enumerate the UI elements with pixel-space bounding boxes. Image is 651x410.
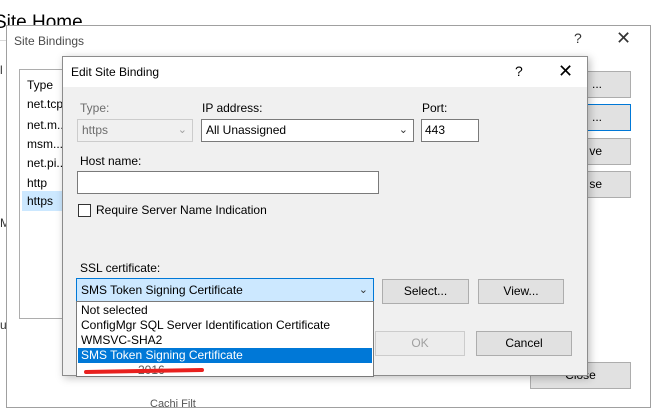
ssl-certificate-dropdown[interactable]: Not selected ConfigMgr SQL Server Identi… [76, 301, 374, 377]
port-field[interactable]: 443 [421, 119, 479, 142]
column-header-type[interactable]: Type [27, 78, 53, 92]
dropdown-option-highlighted[interactable]: SMS Token Signing Certificate [78, 348, 372, 363]
list-item[interactable]: net.tcp [27, 97, 63, 111]
host-name-label: Host name: [80, 154, 142, 168]
close-icon[interactable]: ✕ [558, 61, 573, 82]
chevron-down-icon: ⌄ [398, 124, 408, 136]
site-bindings-title: Site Bindings [14, 34, 85, 48]
ip-address-select[interactable]: All Unassigned ⌄ [201, 119, 414, 142]
ip-address-value: All Unassigned [206, 123, 287, 137]
cancel-button[interactable]: Cancel [476, 331, 572, 356]
sni-checkbox[interactable] [78, 204, 91, 217]
background-fragment: l [0, 63, 3, 77]
help-icon[interactable]: ? [515, 63, 523, 79]
type-select: https ⌄ [77, 119, 193, 142]
chevron-down-icon: ⌄ [177, 124, 187, 136]
port-label: Port: [422, 101, 448, 115]
ssl-certificate-select[interactable]: SMS Token Signing Certificate ⌄ [76, 278, 374, 302]
type-value: https [82, 123, 109, 137]
view-certificate-button[interactable]: View... [478, 279, 564, 304]
list-item[interactable]: msm... [27, 137, 63, 151]
close-icon[interactable]: ✕ [616, 28, 631, 49]
ip-address-label: IP address: [202, 101, 263, 115]
host-name-field[interactable] [77, 171, 379, 194]
dropdown-option[interactable]: WMSVC-SHA2 [78, 333, 372, 348]
list-item[interactable]: net.m... [27, 118, 67, 132]
sni-label: Require Server Name Indication [96, 203, 267, 217]
dropdown-option[interactable]: ConfigMgr SQL Server Identification Cert… [78, 318, 372, 333]
help-icon[interactable]: ? [574, 30, 582, 46]
select-certificate-button[interactable]: Select... [382, 279, 469, 304]
type-label: Type: [80, 101, 110, 115]
list-item[interactable]: net.pi... [27, 156, 66, 170]
background-bottom-text: Cachi Filt [150, 398, 196, 410]
dropdown-option-redacted[interactable]: 2016 [78, 363, 372, 376]
dialog-title: Edit Site Binding [71, 65, 160, 79]
ssl-certificate-value: SMS Token Signing Certificate [81, 283, 243, 297]
ok-button[interactable]: OK [375, 331, 465, 356]
dropdown-option[interactable]: Not selected [78, 303, 372, 318]
chevron-down-icon: ⌄ [358, 284, 368, 296]
ssl-certificate-label: SSL certificate: [80, 261, 161, 275]
list-item[interactable]: http [27, 176, 47, 190]
